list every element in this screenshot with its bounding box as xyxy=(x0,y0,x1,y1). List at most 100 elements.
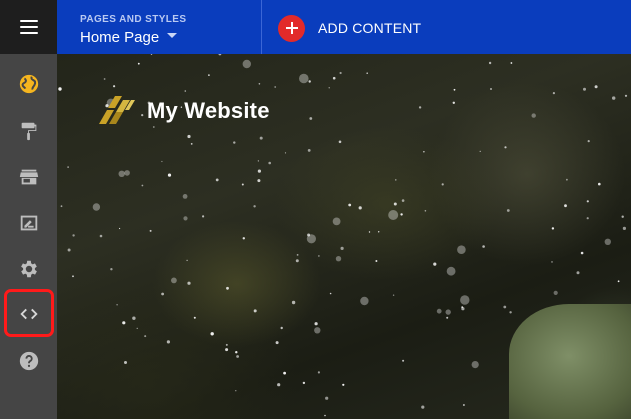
snow-speck xyxy=(360,296,369,306)
snow-speck xyxy=(332,217,341,226)
snow-speck xyxy=(553,290,558,295)
snow-speck xyxy=(509,311,512,314)
snow-speck xyxy=(395,179,397,181)
snow-speck xyxy=(274,86,277,88)
snow-speck xyxy=(401,199,405,202)
edit-note-icon[interactable] xyxy=(0,200,57,246)
snow-speck xyxy=(307,149,311,152)
snow-speck xyxy=(72,234,75,237)
snow-speck xyxy=(184,90,187,92)
snow-speck xyxy=(318,255,320,257)
snow-speck xyxy=(124,361,127,364)
snow-speck xyxy=(137,62,140,65)
snow-speck xyxy=(479,150,481,152)
snow-speck xyxy=(225,348,229,352)
snow-speck xyxy=(67,166,69,168)
snow-speck xyxy=(190,143,193,145)
snow-speck xyxy=(531,113,536,118)
snow-speck xyxy=(421,405,425,409)
snow-speck xyxy=(433,262,437,266)
snow-speck xyxy=(624,94,628,97)
gear-icon[interactable] xyxy=(0,246,57,292)
snow-speck xyxy=(258,83,261,85)
snow-speck xyxy=(291,300,296,305)
store-icon[interactable] xyxy=(0,154,57,200)
snow-speck xyxy=(324,414,326,417)
snow-speck xyxy=(441,183,444,186)
snow-speck xyxy=(423,151,425,153)
snow-speck xyxy=(586,200,589,203)
snow-speck xyxy=(604,238,611,245)
snow-speck xyxy=(193,316,196,319)
snow-speck xyxy=(457,245,466,254)
site-hero-image: My Website xyxy=(57,54,631,419)
snow-speck xyxy=(446,266,456,276)
snow-speck xyxy=(418,106,422,109)
snow-speck xyxy=(309,117,313,120)
site-header[interactable]: My Website xyxy=(99,96,270,126)
snow-speck xyxy=(622,226,627,230)
snow-speck xyxy=(149,229,152,232)
snow-speck xyxy=(253,205,256,208)
plus-icon xyxy=(278,14,305,42)
site-logo-icon xyxy=(99,96,135,124)
pages-and-styles-dropdown[interactable]: PAGES AND STYLES Home Page xyxy=(57,0,262,54)
snow-speck xyxy=(242,59,251,69)
snow-speck xyxy=(392,294,395,296)
snow-speck xyxy=(302,381,306,385)
help-icon[interactable] xyxy=(0,338,57,384)
snow-speck xyxy=(182,194,188,199)
globe-icon[interactable] xyxy=(0,61,57,107)
snow-speck xyxy=(72,275,74,278)
snow-speck xyxy=(307,233,311,237)
chevron-down-icon xyxy=(167,33,177,38)
snow-speck xyxy=(436,308,442,314)
snow-speck xyxy=(171,277,177,284)
snow-speck xyxy=(552,92,555,95)
snow-speck xyxy=(225,343,228,346)
snow-speck xyxy=(283,371,286,375)
snow-speck xyxy=(141,184,144,187)
snow-speck xyxy=(329,292,332,295)
hamburger-icon xyxy=(19,20,38,34)
snow-speck xyxy=(150,54,153,55)
snow-speck xyxy=(299,73,309,84)
code-icon[interactable] xyxy=(0,291,57,337)
snow-speck xyxy=(166,340,170,344)
snow-speck xyxy=(314,322,318,326)
snow-speck xyxy=(368,231,371,233)
snow-speck xyxy=(510,62,513,64)
snow-speck xyxy=(342,383,345,386)
snow-speck xyxy=(400,213,403,216)
snow-speck xyxy=(551,227,555,230)
snow-speck xyxy=(268,161,271,165)
snow-speck xyxy=(332,76,336,80)
snow-speck xyxy=(453,88,456,91)
hamburger-menu-button[interactable] xyxy=(0,0,57,54)
snow-speck xyxy=(566,178,568,181)
hero-figure xyxy=(509,304,631,419)
snow-speck xyxy=(124,170,130,176)
snow-speck xyxy=(186,259,188,262)
current-page-label: Home Page xyxy=(80,29,160,46)
snow-speck xyxy=(314,327,321,334)
snow-speck xyxy=(208,74,210,76)
snow-speck xyxy=(296,254,299,256)
snow-speck xyxy=(461,306,464,308)
snow-speck xyxy=(587,140,590,143)
snow-speck xyxy=(122,321,126,325)
snow-speck xyxy=(402,359,405,362)
snow-speck xyxy=(564,204,567,208)
add-content-button[interactable]: ADD CONTENT xyxy=(278,13,421,43)
snow-speck xyxy=(375,260,378,262)
add-content-label: ADD CONTENT xyxy=(318,20,422,36)
snow-speck xyxy=(242,237,245,240)
snow-speck xyxy=(218,54,222,56)
paint-roller-icon[interactable] xyxy=(0,108,57,154)
snow-speck xyxy=(161,160,163,163)
snow-speck xyxy=(241,183,244,186)
snow-speck xyxy=(339,71,342,75)
snow-speck xyxy=(257,179,261,183)
pages-caption: PAGES AND STYLES xyxy=(80,14,187,25)
snow-speck xyxy=(136,327,138,329)
